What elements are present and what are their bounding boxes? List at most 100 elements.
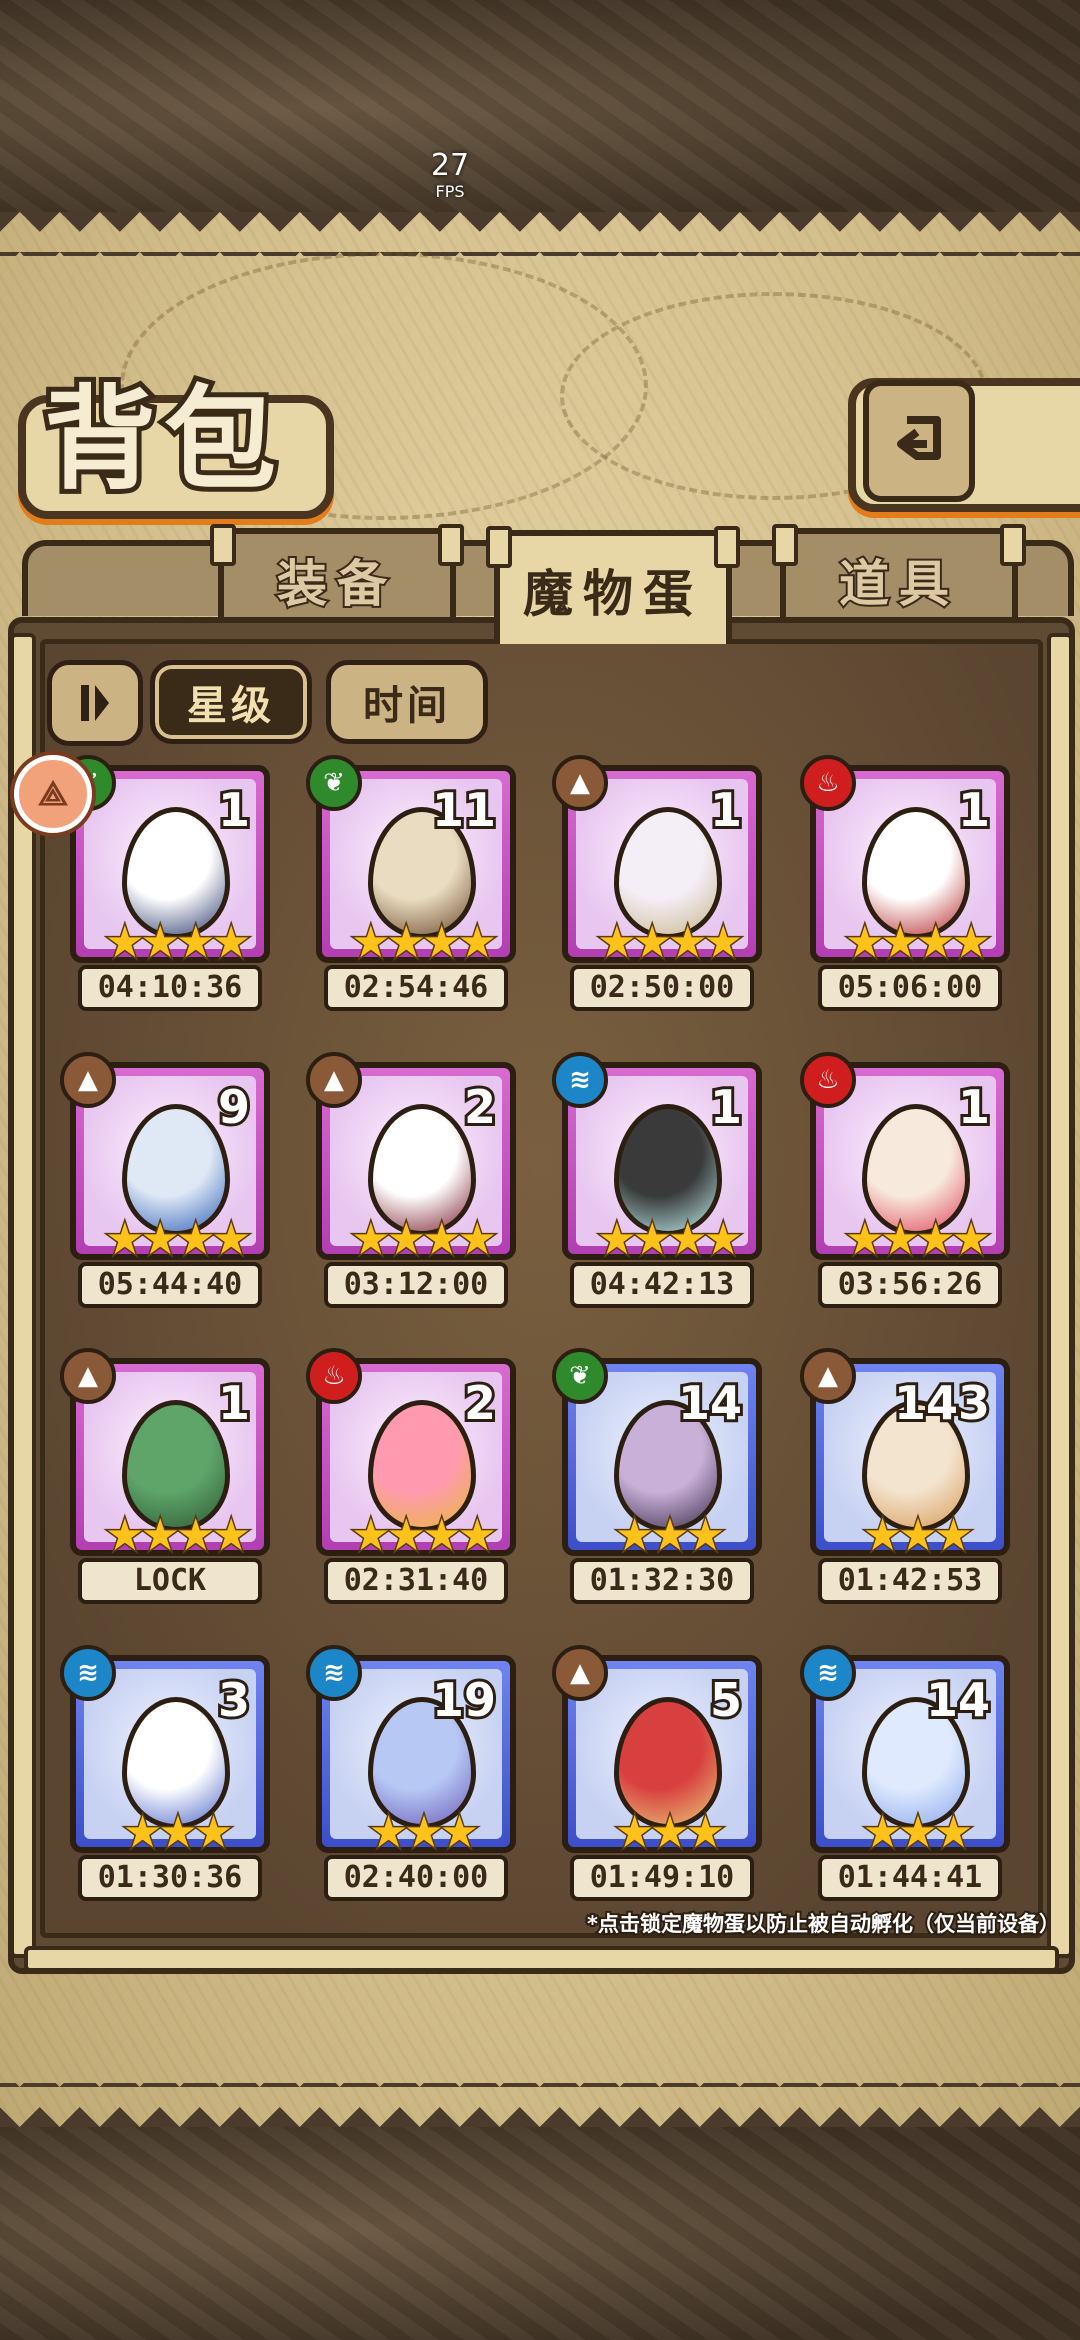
egg-card[interactable]: 9 ★★★★ ▲ 05:44:40: [60, 1052, 270, 1312]
hatch-timer: 02:50:00: [570, 965, 754, 1011]
rock-element-icon: ▲: [306, 1052, 362, 1108]
panel-rail-bottom: [24, 1946, 1059, 1972]
fire-element-icon: ♨: [800, 1052, 856, 1108]
sort-by-stars-button[interactable]: 星级: [150, 660, 312, 744]
hatch-timer: 03:12:00: [324, 1262, 508, 1308]
egg-count: 9: [215, 1079, 253, 1135]
tab-post: [438, 524, 464, 566]
egg-card[interactable]: 14 ★★★ ❦ 01:32:30: [552, 1348, 762, 1608]
egg-card[interactable]: 14 ★★★ ≋ 01:44:41: [800, 1645, 1010, 1905]
panel-rail-right: [1047, 633, 1073, 1958]
rock-element-icon: ▲: [552, 1645, 608, 1701]
hatch-timer: 01:49:10: [570, 1855, 754, 1901]
star-rating: ★★★: [613, 1807, 726, 1858]
fps-counter: 27 FPS: [400, 148, 500, 202]
star-rating: ★★★: [121, 1807, 234, 1858]
page-title: 背包: [39, 370, 284, 510]
hatch-timer: 01:42:53: [818, 1558, 1002, 1604]
rock-element-icon: ▲: [60, 1052, 116, 1108]
hatch-timer: 02:40:00: [324, 1855, 508, 1901]
egg-count: 5: [707, 1672, 745, 1728]
star-rating: ★★★★: [596, 917, 745, 968]
parchment-top-edge: [0, 212, 1080, 256]
egg-card[interactable]: 1 ★★★★ ≋ 04:42:13: [552, 1052, 762, 1312]
back-button[interactable]: [863, 380, 975, 502]
panel-rail-left: [10, 633, 36, 1958]
egg-count: 19: [429, 1672, 499, 1728]
tab-post: [1000, 524, 1026, 566]
star-rating: ★★★★: [104, 917, 253, 968]
star-rating: ★★★: [613, 1510, 726, 1561]
rock-element-icon: ▲: [800, 1348, 856, 1404]
hatch-timer: 02:31:40: [324, 1558, 508, 1604]
hatch-timer: 05:06:00: [818, 965, 1002, 1011]
water-element-icon: ≋: [552, 1052, 608, 1108]
parchment-bottom-edge: [0, 2083, 1080, 2127]
sort-order-toggle[interactable]: [47, 660, 143, 746]
hatch-timer: 01:30:36: [78, 1855, 262, 1901]
egg-card[interactable]: 2 ★★★★ ▲ 03:12:00: [306, 1052, 516, 1312]
egg-count: 11: [429, 782, 499, 838]
hatch-timer: 03:56:26: [818, 1262, 1002, 1308]
star-rating: ★★★★: [350, 1214, 499, 1265]
egg-card[interactable]: 143 ★★★ ▲ 01:42:53: [800, 1348, 1010, 1608]
lock-hint-text: *点击锁定魔物蛋以防止被自动孵化（仅当前设备）: [585, 1910, 1062, 1938]
hatch-timer: 01:32:30: [570, 1558, 754, 1604]
back-arrow-icon: [897, 416, 941, 460]
egg-card[interactable]: 19 ★★★ ≋ 02:40:00: [306, 1645, 516, 1905]
tab-post: [772, 524, 798, 566]
star-rating: ★★★★: [844, 917, 993, 968]
tab-label: 道具: [837, 553, 959, 615]
egg-lock-label: LOCK: [78, 1558, 262, 1604]
sort-by-time-button[interactable]: 时间: [326, 660, 488, 744]
hatch-timer: 02:54:46: [324, 965, 508, 1011]
star-rating: ★★★★: [596, 1214, 745, 1265]
hatch-timer: 04:10:36: [78, 965, 262, 1011]
tab-label: 装备: [275, 553, 397, 615]
egg-card[interactable]: 1 ★★★★ ♨ 03:56:26: [800, 1052, 1010, 1312]
egg-count: 14: [675, 1375, 745, 1431]
egg-count: 1: [707, 1079, 745, 1135]
egg-count: 143: [891, 1375, 993, 1431]
tab-label: 魔物蛋: [523, 565, 703, 623]
fps-label: FPS: [435, 182, 465, 201]
egg-count: 2: [461, 1375, 499, 1431]
star-rating: ★★★★: [844, 1214, 993, 1265]
fire-element-icon: ♨: [306, 1348, 362, 1404]
star-rating: ★★★★: [350, 917, 499, 968]
lock-pin-icon[interactable]: ⟁: [14, 755, 92, 833]
tab-monster-eggs[interactable]: 魔物蛋: [486, 526, 740, 644]
fps-value: 27: [430, 148, 470, 183]
egg-card[interactable]: 3 ★★★ ≋ 01:30:36: [60, 1645, 270, 1905]
egg-count: 1: [215, 1375, 253, 1431]
rock-element-icon: ▲: [60, 1348, 116, 1404]
star-rating: ★★★★: [104, 1510, 253, 1561]
fire-element-icon: ♨: [800, 755, 856, 811]
water-element-icon: ≋: [306, 1645, 362, 1701]
tab-post: [210, 524, 236, 566]
tab-post: [486, 526, 512, 568]
egg-card[interactable]: 1 ★★★★ ▲ 02:50:00: [552, 755, 762, 1015]
hatch-timer: 01:44:41: [818, 1855, 1002, 1901]
hatch-timer: 04:42:13: [570, 1262, 754, 1308]
egg-card[interactable]: 1 ★★★★ ▲ LOCK: [60, 1348, 270, 1608]
egg-card[interactable]: 1 ★★★★ ♨ 05:06:00: [800, 755, 1010, 1015]
water-element-icon: ≋: [800, 1645, 856, 1701]
grass-element-icon: ❦: [552, 1348, 608, 1404]
egg-card[interactable]: 1★★★★❦04:10:36: [60, 755, 270, 1015]
egg-count: 1: [955, 1079, 993, 1135]
egg-count: 14: [923, 1672, 993, 1728]
water-element-icon: ≋: [60, 1645, 116, 1701]
star-rating: ★★★: [367, 1807, 480, 1858]
egg-count: 1: [215, 782, 253, 838]
egg-card[interactable]: 2 ★★★★ ♨ 02:31:40: [306, 1348, 516, 1608]
star-rating: ★★★★: [104, 1214, 253, 1265]
star-rating: ★★★: [861, 1510, 974, 1561]
rock-element-icon: ▲: [552, 755, 608, 811]
egg-count: 1: [955, 782, 993, 838]
egg-card[interactable]: 5 ★★★ ▲ 01:49:10: [552, 1645, 762, 1905]
sort-order-icon: [81, 685, 109, 721]
hatch-timer: 05:44:40: [78, 1262, 262, 1308]
egg-card[interactable]: 11 ★★★★ ❦ 02:54:46: [306, 755, 516, 1015]
star-rating: ★★★: [861, 1807, 974, 1858]
